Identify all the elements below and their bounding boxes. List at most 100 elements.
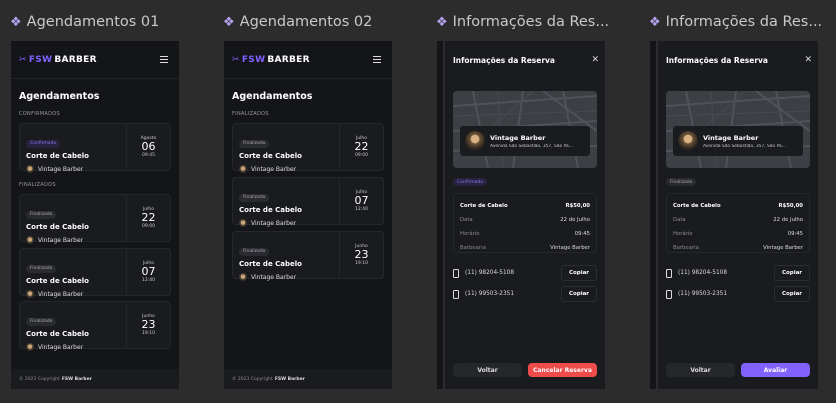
sheet-header: Informações da Reserva ✕ [658,41,818,79]
booking-card[interactable]: Finalizado Corte de Cabelo Vintage Barbe… [19,301,171,351]
rate-button[interactable]: Avaliar [741,363,810,377]
status-badge: Finalizado [239,193,270,202]
booking-card[interactable]: Finalizado Corte de Cabelo Vintage Barbe… [19,194,171,244]
phone-number: (11) 98204-5108 [678,270,728,276]
booking-summary: Corte de Cabelo R$50,00 Data 22 de Julho H… [453,193,597,253]
service-name: Corte de Cabelo [26,223,89,231]
barbershop-name: Vintage Barber [703,133,759,142]
menu-icon[interactable] [160,56,168,63]
booking-day: 22 [354,140,369,153]
time-label: Horário [460,231,480,237]
barbershop-avatar [26,165,34,173]
barbershop-name: Vintage Barber [38,165,84,173]
map-image: Vintage Barber Avenida São Sebastião, 35… [666,91,810,168]
barbershop-label: Barbearia [673,245,699,251]
service-price: R$50,00 [778,203,803,209]
barbershop-name: Vintage Barber [38,290,84,298]
booking-day: 07 [354,194,369,207]
close-icon[interactable]: ✕ [591,55,599,65]
phone-number: (11) 99503-2351 [678,291,728,297]
section-label-finished: FINALIZADOS [19,182,56,188]
barbershop-name: Vintage Barber [38,236,84,244]
logo-mark: FSW [28,54,53,65]
component-icon: ❖ [649,14,661,30]
dimmed-backdrop[interactable] [437,41,443,389]
booking-time: 12:40 [142,278,155,283]
service-name: Corte de Cabelo [239,206,302,214]
phone-row: (11) 98204-5108 Copiar [453,265,597,281]
barbershop-avatar [26,290,34,298]
date-label: Data [673,217,686,223]
status-badge: Finalizado [26,264,57,273]
sheet-title: Informações da Reserva [666,55,768,65]
component-icon: ❖ [436,14,448,30]
cancel-booking-button[interactable]: Cancelar Reserva [528,363,597,377]
component-icon: ❖ [10,14,22,30]
service-name: Corte de Cabelo [239,152,302,160]
date-label: Data [460,217,473,223]
date-value: 22 de Julho [773,217,803,223]
barbershop-label: Barbearia [460,245,486,251]
status-badge: Finalizado [239,139,270,148]
booking-card[interactable]: Finalizado Corte de Cabelo Vintage Barbe… [19,248,171,298]
service-price: R$50,00 [565,203,590,209]
barbershop-name: Vintage Barber [490,133,546,142]
booking-details-sheet: Informações da Reserva ✕ Vintage Barber … [658,41,818,389]
frame-title-label: Agendamentos 01 [26,14,160,30]
date-value: 22 de Julho [560,217,590,223]
time-label: Horário [673,231,693,237]
logo-text: BARBER [54,54,97,65]
service-name: Corte de Cabelo [26,152,89,160]
booking-time: 19:10 [142,331,155,336]
menu-icon[interactable] [373,56,381,63]
smartphone-icon [453,268,459,278]
copyright-text: © 2023 Copyright [19,376,60,382]
booking-day: 22 [141,211,156,224]
copy-button[interactable]: Copiar [560,286,597,302]
barbershop-avatar [239,219,247,227]
booking-card[interactable]: Finalizado Corte de Cabelo Vintage Barbe… [232,231,384,281]
booking-card[interactable]: Finalizado Corte de Cabelo Vintage Barbe… [232,123,384,173]
dimmed-backdrop[interactable] [650,41,656,389]
barbershop-name: Vintage Barber [251,219,297,227]
section-label-finished: FINALIZADOS [232,111,269,117]
page-title: Agendamentos [19,91,100,102]
booking-time: 09:00 [142,224,155,229]
logo: ✂ FSW BARBER [19,55,97,65]
booking-time: 09:00 [355,153,368,158]
status-badge: Finalizado [666,178,697,186]
phone-row: (11) 99503-2351 Copiar [666,286,810,302]
copy-button[interactable]: Copiar [773,286,810,302]
barbershop-address: Avenida São Sebastião, 357, São Pa... [703,143,786,149]
section-label-confirmed: CONFIRMADOS [19,111,60,117]
map-image: Vintage Barber Avenida São Sebastião, 35… [453,91,597,168]
barbershop-card: Vintage Barber Avenida São Sebastião, 35… [673,126,803,156]
phone-row: (11) 99503-2351 Copiar [453,286,597,302]
sheet-title: Informações da Reserva [453,55,555,65]
close-icon[interactable]: ✕ [804,55,812,65]
barbershop-value: Vintage Barber [550,245,590,251]
barbershop-avatar [465,131,485,151]
service-name: Corte de Cabelo [26,277,89,285]
service-name: Corte de Cabelo [239,260,302,268]
copy-button[interactable]: Copiar [773,265,810,281]
copyright-text: © 2023 Copyright [232,376,273,382]
booking-day: 06 [141,140,156,153]
frame-title-informacoes-01: ❖ Informações da Res... [436,14,624,30]
barbershop-address: Avenida São Sebastião, 357, São Pa... [490,143,573,149]
frame-title-label: Informações da Res... [665,14,823,30]
logo: ✂ FSW BARBER [232,55,310,65]
back-button[interactable]: Voltar [453,363,522,377]
back-button[interactable]: Voltar [666,363,735,377]
phone-number: (11) 98204-5108 [465,270,515,276]
header: ✂ FSW BARBER [11,41,179,79]
booking-summary: Corte de Cabelo R$50,00 Data 22 de Julho H… [666,193,810,253]
smartphone-icon [666,268,672,278]
booking-card[interactable]: Confirmado Corte de Cabelo Vintage Barbe… [19,123,171,173]
footer: © 2023 Copyright FSW Barber [11,369,179,389]
smartphone-icon [453,289,459,299]
booking-card[interactable]: Finalizado Corte de Cabelo Vintage Barbe… [232,177,384,227]
copy-button[interactable]: Copiar [560,265,597,281]
booking-time: 09:45 [142,153,155,158]
barbershop-avatar [678,131,698,151]
